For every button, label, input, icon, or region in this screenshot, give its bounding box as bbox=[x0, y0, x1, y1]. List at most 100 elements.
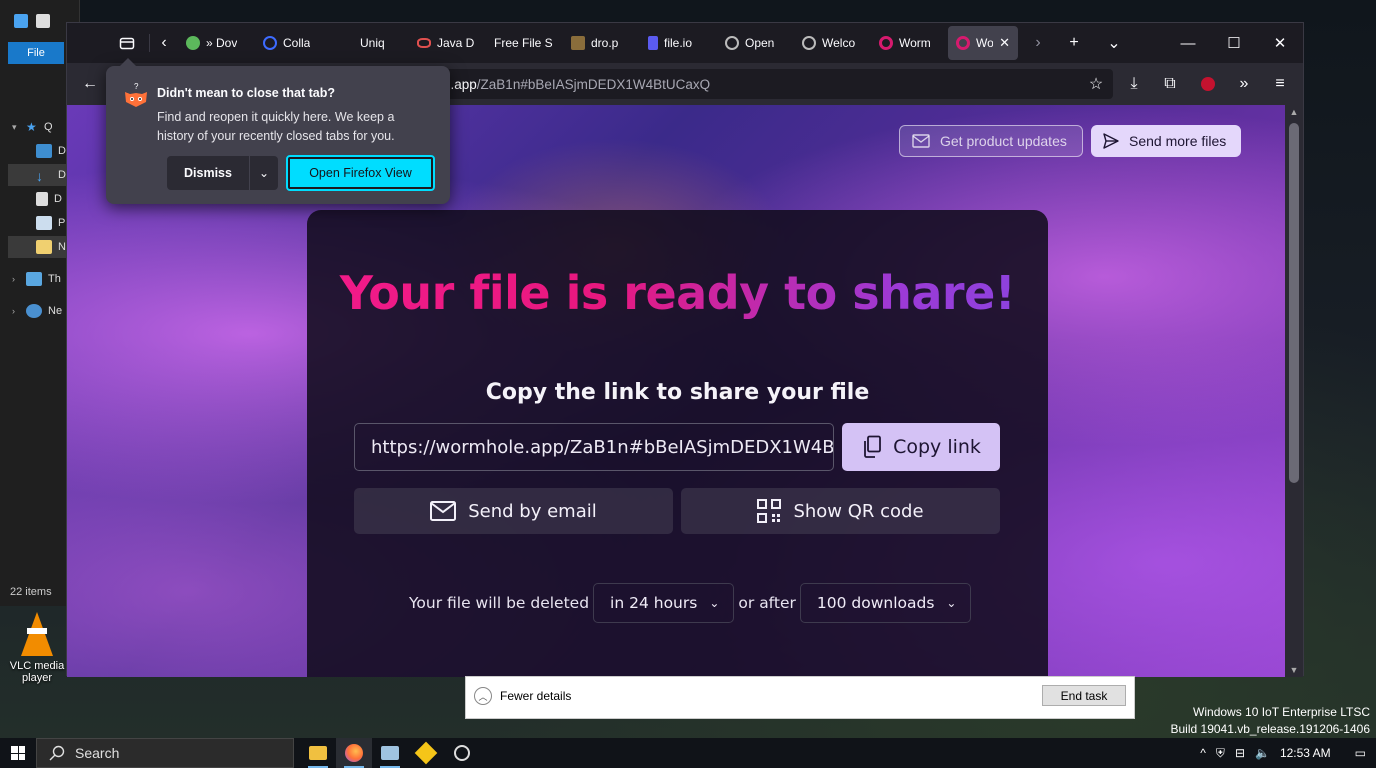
chevron-down-icon: ⌄ bbox=[258, 166, 270, 180]
clock-time[interactable]: 12:53 AM bbox=[1280, 746, 1331, 760]
nav-item-network[interactable]: › Ne bbox=[12, 300, 62, 322]
page-scrollbar[interactable]: ▲ ▼ bbox=[1285, 105, 1303, 677]
show-qr-code-button[interactable]: Show QR code bbox=[681, 488, 1000, 534]
tab-java[interactable]: Java D bbox=[409, 26, 486, 60]
taskbar-app-yellow[interactable] bbox=[408, 738, 444, 768]
plus-icon: + bbox=[1069, 34, 1079, 51]
puzzle-icon: ⧉ bbox=[1164, 75, 1176, 92]
star-outline-icon: ☆ bbox=[1088, 76, 1104, 93]
hamburger-icon: ≡ bbox=[1275, 75, 1285, 92]
overflow-menu-button[interactable]: » bbox=[1229, 69, 1259, 99]
tab-scroll-right-button[interactable]: › bbox=[1018, 27, 1058, 59]
tab-bar: ‹ » Dov Colla Uniq Java D Free File S dr… bbox=[67, 23, 1303, 63]
list-all-tabs-button[interactable]: ⌄ bbox=[1098, 27, 1130, 59]
tab-colla[interactable]: Colla bbox=[255, 26, 332, 60]
end-task-button[interactable]: End task bbox=[1042, 685, 1126, 706]
download-icon: ⤓ bbox=[1130, 75, 1138, 92]
app-icon bbox=[414, 741, 438, 765]
tab-uniq[interactable]: Uniq bbox=[332, 26, 409, 60]
maximize-icon: ☐ bbox=[1227, 35, 1241, 52]
page-title: Your file is ready to share! bbox=[307, 266, 1048, 320]
folder-icon bbox=[36, 240, 52, 254]
nav-item-folder[interactable]: N bbox=[36, 236, 66, 258]
get-product-updates-button[interactable]: Get product updates bbox=[899, 125, 1083, 157]
items-count: 22 items bbox=[10, 586, 52, 598]
expiry-time-select[interactable]: in 24 hours ⌄ bbox=[593, 583, 735, 623]
show-hidden-icons-chevron-icon[interactable]: ^ bbox=[1200, 746, 1206, 760]
copy-link-button[interactable]: Copy link bbox=[842, 423, 1000, 471]
maximize-button[interactable]: ☐ bbox=[1211, 23, 1257, 63]
taskbar: Search ^ ⛨ ⊟ 🔈 12:53 AM ▭ bbox=[0, 738, 1376, 768]
send-by-email-button[interactable]: Send by email bbox=[354, 488, 673, 534]
minimize-button[interactable]: — bbox=[1165, 23, 1211, 63]
wormhole-icon bbox=[879, 36, 893, 50]
volume-muted-icon[interactable]: 🔈 bbox=[1255, 746, 1270, 760]
open-firefox-view-button[interactable]: Open Firefox View bbox=[286, 155, 435, 191]
taskbar-task-manager[interactable] bbox=[372, 738, 408, 768]
taskbar-file-explorer[interactable] bbox=[300, 738, 336, 768]
notification-icon[interactable]: ▭ bbox=[1355, 746, 1366, 760]
download-limit-select[interactable]: 100 downloads ⌄ bbox=[799, 583, 972, 623]
search-icon bbox=[49, 745, 65, 761]
copy-link-heading: Copy the link to share your file bbox=[485, 380, 870, 405]
tab-wormhole[interactable]: Worm bbox=[871, 26, 948, 60]
dismiss-menu-button[interactable]: ⌄ bbox=[250, 156, 278, 190]
close-window-button[interactable]: ✕ bbox=[1257, 23, 1303, 63]
bookmark-star-button[interactable]: ☆ bbox=[1081, 69, 1111, 99]
folder-icon bbox=[309, 746, 327, 760]
chevron-up-icon: ︿ bbox=[474, 687, 492, 705]
taskbar-firefox[interactable] bbox=[336, 738, 372, 768]
close-tab-icon[interactable]: ✕ bbox=[999, 35, 1010, 51]
share-link-field[interactable]: https://wormhole.app/ZaB1n#bBeIASjmDEDX1… bbox=[354, 423, 834, 471]
taskbar-search-box[interactable]: Search bbox=[36, 738, 294, 768]
firefox-icon bbox=[345, 744, 363, 762]
start-button[interactable] bbox=[0, 738, 36, 768]
back-button[interactable]: ← bbox=[75, 69, 105, 99]
chevron-right-icon: › bbox=[1035, 34, 1041, 51]
ribbon-file-tab[interactable]: File bbox=[8, 42, 64, 64]
closed-tab-popup: ? Didn't mean to close that tab? Find an… bbox=[106, 58, 450, 204]
download-arrow-icon[interactable] bbox=[14, 14, 28, 28]
fewer-details-toggle[interactable]: ︿ Fewer details bbox=[474, 687, 571, 705]
new-tab-button[interactable]: + bbox=[1058, 27, 1090, 59]
ublock-button[interactable] bbox=[1193, 69, 1223, 99]
scrollbar-thumb[interactable] bbox=[1289, 123, 1299, 483]
nav-item-documents[interactable]: D bbox=[36, 188, 62, 210]
dismiss-button[interactable]: Dismiss bbox=[167, 156, 249, 190]
chevron-right-icon: › bbox=[12, 274, 15, 284]
network-icon[interactable]: ⊟ bbox=[1235, 746, 1245, 760]
tab-free-file[interactable]: Free File S bbox=[486, 26, 563, 60]
firefox-view-button[interactable] bbox=[111, 27, 143, 59]
tab-open[interactable]: Open bbox=[717, 26, 794, 60]
nav-item-pictures[interactable]: P bbox=[36, 212, 65, 234]
nav-item-desktop[interactable]: D bbox=[36, 140, 66, 162]
pictures-folder-icon bbox=[36, 216, 52, 230]
mail-icon bbox=[430, 501, 457, 521]
downloads-button[interactable]: ⤓ bbox=[1119, 69, 1149, 99]
app-menu-button[interactable]: ≡ bbox=[1265, 69, 1295, 99]
scroll-up-arrow-icon[interactable]: ▲ bbox=[1285, 107, 1303, 117]
tab-file-io[interactable]: file.io bbox=[640, 26, 717, 60]
tab-dov[interactable]: » Dov bbox=[178, 26, 255, 60]
vlc-desktop-shortcut[interactable]: VLC media player bbox=[4, 612, 70, 684]
tab-wormhole-active[interactable]: Wo ✕ bbox=[948, 26, 1018, 60]
globe-icon bbox=[454, 745, 470, 761]
tab-welcome[interactable]: Welco bbox=[794, 26, 871, 60]
nav-item-quick-access[interactable]: ▾ ★ Q bbox=[12, 116, 53, 138]
popup-title: Didn't mean to close that tab? bbox=[157, 86, 335, 100]
chevron-down-icon: ⌄ bbox=[709, 596, 720, 610]
taskbar-app-globe[interactable] bbox=[444, 738, 480, 768]
nav-item-this-pc[interactable]: › Th bbox=[12, 268, 61, 290]
nav-item-downloads[interactable]: ↓ D bbox=[36, 164, 66, 186]
qr-code-icon bbox=[757, 499, 782, 523]
scroll-down-arrow-icon[interactable]: ▼ bbox=[1285, 665, 1303, 675]
document-icon[interactable] bbox=[36, 14, 50, 28]
chevron-left-icon: ‹ bbox=[161, 34, 167, 51]
tab-scroll-left-button[interactable]: ‹ bbox=[150, 27, 178, 59]
ublock-icon bbox=[1201, 77, 1215, 91]
defender-icon[interactable]: ⛨ bbox=[1216, 746, 1225, 761]
tab-dropbox[interactable]: dro.p bbox=[563, 26, 640, 60]
quick-access-toolbar bbox=[14, 14, 50, 28]
extensions-button[interactable]: ⧉ bbox=[1155, 69, 1185, 99]
send-more-files-button[interactable]: Send more files bbox=[1091, 125, 1241, 157]
